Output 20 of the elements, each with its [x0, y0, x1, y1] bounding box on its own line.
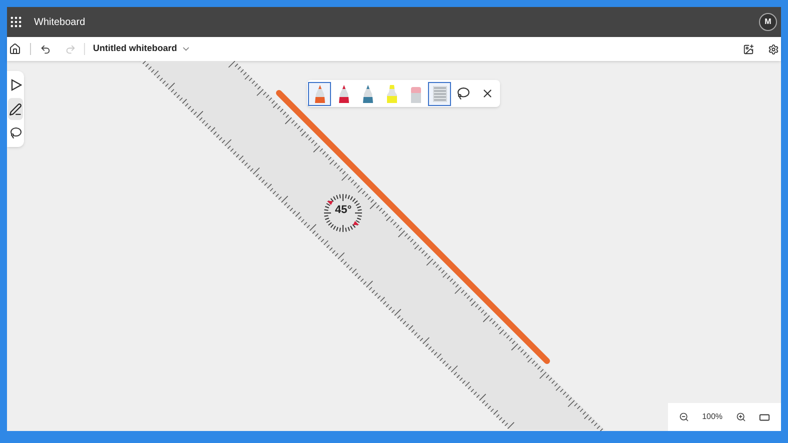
fit-screen-icon[interactable]	[759, 412, 770, 422]
angle-label: 45°	[335, 205, 352, 216]
side-tool[interactable]	[8, 98, 23, 120]
close-icon	[481, 87, 494, 100]
app-launcher-icon[interactable]	[9, 15, 23, 29]
undo-icon[interactable]	[40, 44, 51, 54]
lasso-icon	[10, 127, 22, 139]
lasso-icon	[457, 87, 470, 100]
zoom-in-icon[interactable]	[736, 412, 746, 422]
file-name-menu[interactable]: Untitled whiteboard	[93, 42, 191, 56]
app-title: Whiteboard	[34, 16, 86, 30]
settings-icon[interactable]	[768, 44, 779, 54]
pen-icon	[9, 102, 22, 116]
home-icon[interactable]	[9, 43, 21, 55]
pointer-icon	[10, 79, 22, 91]
ruler-icon	[432, 84, 448, 102]
image-icon[interactable]	[743, 44, 754, 54]
zoom-out-icon[interactable]	[678, 412, 689, 422]
zoom-level: 100%	[702, 411, 723, 423]
user-avatar[interactable]: M	[759, 13, 777, 31]
